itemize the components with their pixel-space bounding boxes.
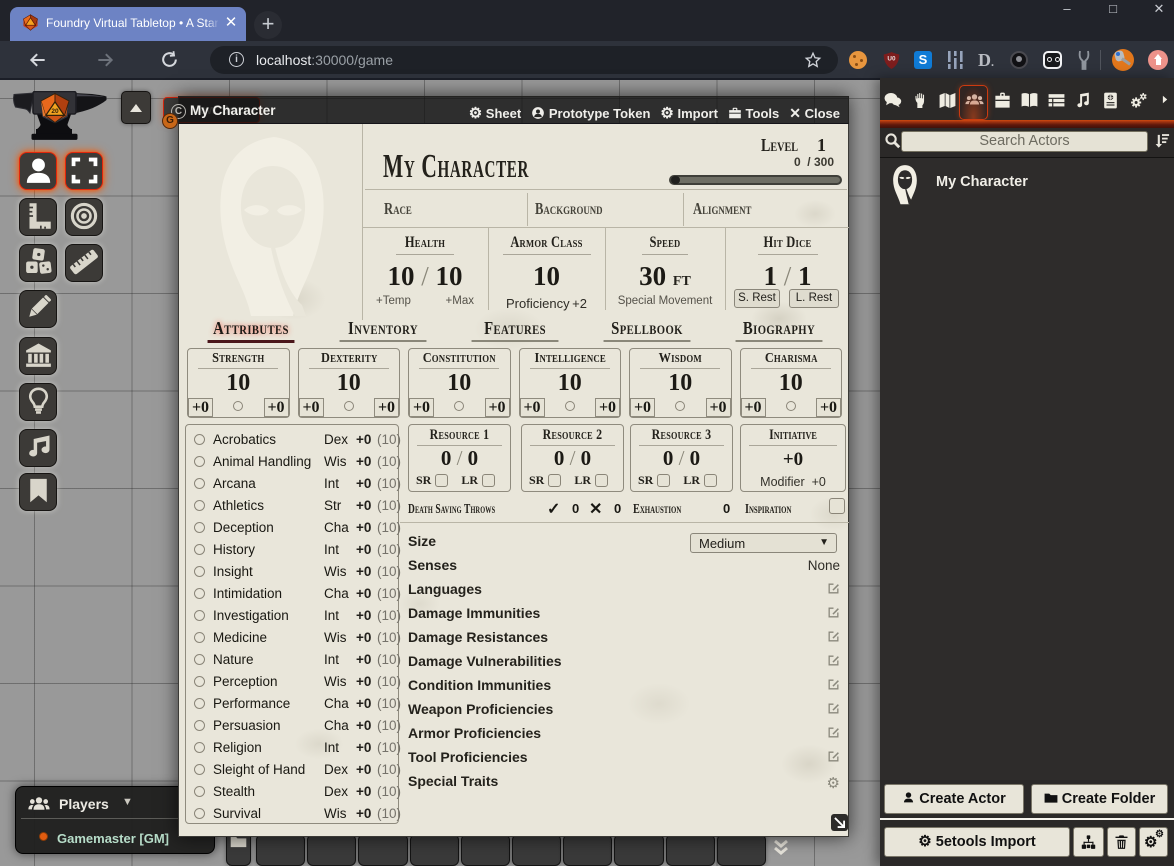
svg-text:20: 20 — [51, 108, 59, 115]
svg-text:U0: U0 — [887, 56, 896, 63]
